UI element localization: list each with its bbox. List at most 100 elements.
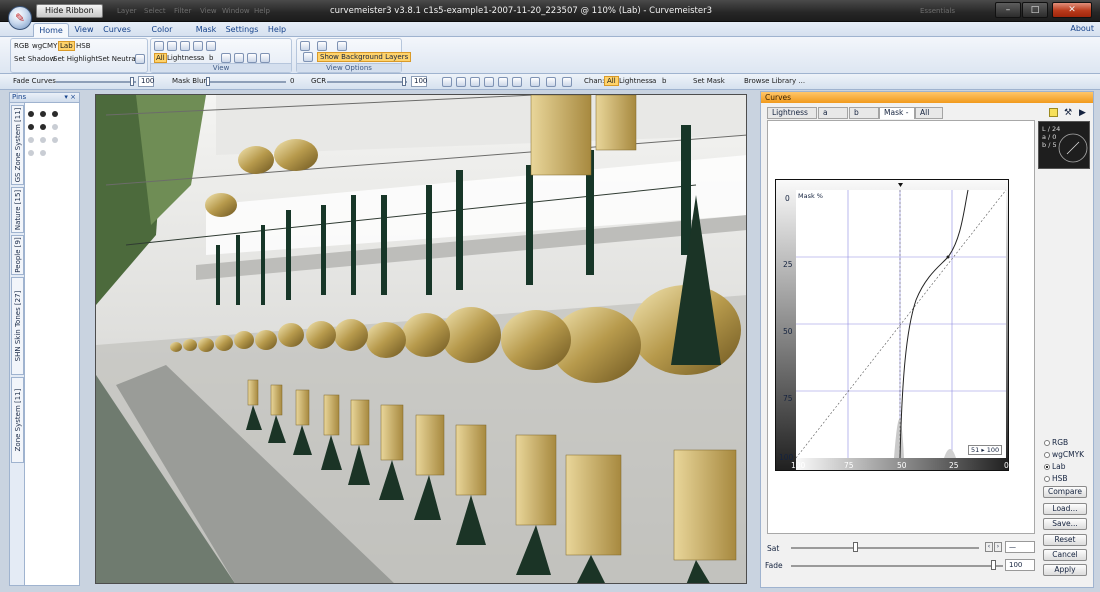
- pins-tab-gs-zone-system[interactable]: GS Zone System [11]: [11, 105, 24, 185]
- mask-blur-slider[interactable]: [206, 81, 286, 83]
- sat-slider-thumb[interactable]: [853, 542, 858, 552]
- zoom-out-icon[interactable]: [234, 53, 244, 63]
- pin-swatch[interactable]: [40, 124, 46, 130]
- pins-close-icon[interactable]: ▾ ×: [64, 93, 76, 102]
- graph-io-readout[interactable]: 51 ▸ 100: [968, 445, 1003, 455]
- set-highlight-button[interactable]: Set Highlight: [52, 54, 99, 64]
- curves-tab-lightness[interactable]: Lightness: [767, 107, 817, 119]
- fade-curves-value[interactable]: 100: [138, 76, 154, 87]
- about-link[interactable]: About: [1070, 24, 1094, 33]
- pins-tab-shn-skin-tones[interactable]: SHN Skin Tones [27]: [11, 277, 24, 375]
- gcr-slider-thumb[interactable]: [402, 77, 406, 86]
- curves-tab-a[interactable]: a: [818, 107, 848, 119]
- hand-tool-icon[interactable]: [498, 77, 508, 87]
- zoom-icon[interactable]: [206, 41, 216, 51]
- channel-all-button[interactable]: All: [154, 53, 167, 63]
- pan-tool-icon[interactable]: [180, 41, 190, 51]
- display-icon[interactable]: [337, 41, 347, 51]
- fade-slider-thumb[interactable]: [991, 560, 996, 570]
- pen-tool-icon[interactable]: [470, 77, 480, 87]
- pin-swatch[interactable]: [52, 137, 58, 143]
- mask-blur-slider-thumb[interactable]: [206, 77, 210, 86]
- tab-view[interactable]: View: [71, 23, 97, 37]
- tab-help[interactable]: Help: [264, 23, 290, 37]
- tab-mask[interactable]: Mask: [191, 23, 221, 37]
- pin-swatch[interactable]: [28, 150, 34, 156]
- app-orb-button[interactable]: ✎: [8, 6, 32, 30]
- fade-curves-slider[interactable]: [56, 81, 136, 83]
- sat-value[interactable]: —: [1005, 541, 1035, 553]
- copy-icon[interactable]: [546, 77, 556, 87]
- glasses-tool-icon[interactable]: [456, 77, 466, 87]
- gcr-value[interactable]: 100: [411, 76, 427, 87]
- pin-swatch[interactable]: [40, 137, 46, 143]
- fade-curves-slider-thumb[interactable]: [130, 77, 134, 86]
- sat-increment-button[interactable]: ›: [994, 542, 1002, 552]
- pin-swatch[interactable]: [52, 124, 58, 130]
- pointer-tool-icon[interactable]: [167, 41, 177, 51]
- hand-tool-icon[interactable]: [154, 41, 164, 51]
- channel-a-button[interactable]: a: [199, 53, 205, 63]
- zoom-fit-icon[interactable]: [247, 53, 257, 63]
- pin-swatch[interactable]: [40, 150, 46, 156]
- fade-slider[interactable]: [791, 565, 1003, 567]
- tab-home[interactable]: Home: [33, 23, 69, 37]
- curve-graph[interactable]: Mask % 51 ▸ 100: [775, 179, 1009, 471]
- eyedropper-tool-icon[interactable]: [530, 77, 540, 87]
- pin-swatch[interactable]: [28, 111, 34, 117]
- eyedropper-icon[interactable]: [193, 41, 203, 51]
- channel-b-button[interactable]: b: [208, 53, 214, 63]
- zoom-actual-icon[interactable]: [260, 53, 270, 63]
- hide-ribbon-button[interactable]: Hide Ribbon: [36, 4, 103, 18]
- pins-tab-nature[interactable]: Nature [15]: [11, 187, 24, 233]
- chan-lightness-button[interactable]: Lightness: [619, 77, 653, 85]
- pin-tool-icon[interactable]: [442, 77, 452, 87]
- radio-rgb[interactable]: RGB: [1044, 438, 1068, 447]
- radio-hsb[interactable]: HSB: [1044, 474, 1068, 483]
- gcr-slider[interactable]: [327, 81, 407, 83]
- load-button[interactable]: Load...: [1043, 503, 1087, 515]
- wrench-icon[interactable]: ⚒: [1064, 108, 1072, 118]
- reset-button[interactable]: Reset: [1043, 534, 1087, 546]
- curves-tab-all[interactable]: All: [915, 107, 943, 119]
- radio-lab[interactable]: Lab: [1044, 462, 1066, 471]
- channel-lightness-button[interactable]: Lightness: [166, 53, 202, 63]
- tab-settings[interactable]: Settings: [224, 23, 260, 37]
- pin-swatch[interactable]: [28, 137, 34, 143]
- wand-icon[interactable]: [562, 77, 572, 87]
- curve-tool-icon[interactable]: [135, 54, 145, 64]
- fade-value[interactable]: 100: [1005, 559, 1035, 571]
- mode-hsb-button[interactable]: HSB: [75, 41, 92, 51]
- tab-color-sample[interactable]: Color Sample: [137, 23, 187, 47]
- save-button[interactable]: Save...: [1043, 518, 1087, 530]
- zoom-tool-icon[interactable]: [512, 77, 522, 87]
- pointer-tool-icon[interactable]: [484, 77, 494, 87]
- apply-button[interactable]: Apply: [1043, 564, 1087, 576]
- chan-all-button[interactable]: All: [604, 76, 619, 86]
- pins-tab-zone-system[interactable]: Zone System [11]: [11, 377, 24, 463]
- glasses-icon[interactable]: [317, 41, 327, 51]
- set-shadow-button[interactable]: Set Shadow: [13, 54, 56, 64]
- chan-a-button[interactable]: a: [652, 77, 656, 85]
- pin-swatch[interactable]: [40, 111, 46, 117]
- close-button[interactable]: ✕: [1052, 2, 1092, 18]
- minimize-button[interactable]: –: [995, 2, 1021, 18]
- radio-wgcmyk[interactable]: wgCMYK: [1044, 450, 1084, 459]
- pin-swatch[interactable]: [28, 124, 34, 130]
- curves-tab-b[interactable]: b: [849, 107, 879, 119]
- set-mask-button[interactable]: Set Mask: [693, 77, 725, 85]
- pin-icon[interactable]: [303, 52, 313, 62]
- tab-curves[interactable]: Curves: [101, 23, 133, 37]
- folder-icon[interactable]: [1049, 108, 1058, 117]
- pins-tab-people[interactable]: People [9]: [11, 235, 24, 275]
- chan-b-button[interactable]: b: [662, 77, 666, 85]
- compare-button[interactable]: Compare: [1043, 486, 1087, 498]
- pin-swatch[interactable]: [52, 111, 58, 117]
- set-neutral-button[interactable]: Set Neutral: [97, 54, 139, 64]
- show-background-layers-button[interactable]: Show Background Layers: [317, 52, 412, 62]
- mode-lab-button[interactable]: Lab: [58, 41, 75, 51]
- maximize-button[interactable]: □: [1022, 2, 1048, 18]
- zoom-in-icon[interactable]: [221, 53, 231, 63]
- sat-slider[interactable]: [791, 547, 979, 549]
- browse-library-button[interactable]: Browse Library ...: [744, 77, 805, 85]
